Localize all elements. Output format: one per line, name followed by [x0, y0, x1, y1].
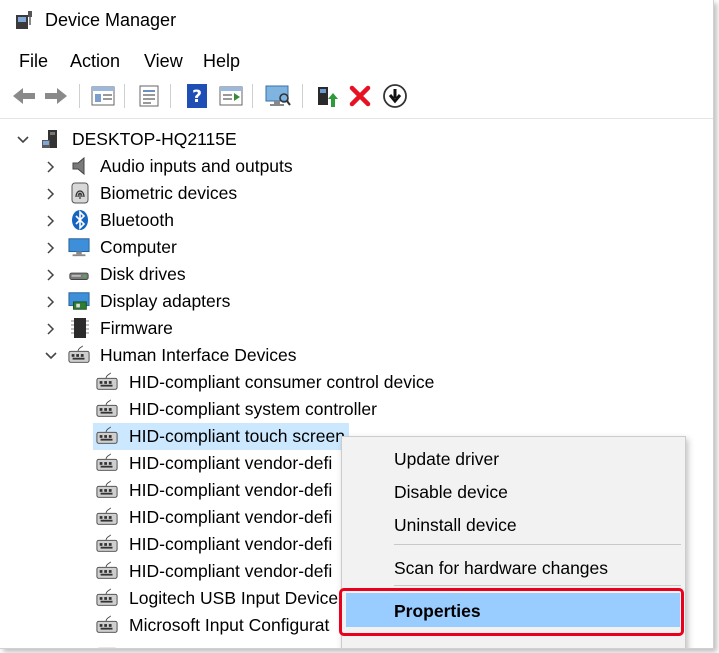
hid-device-icon — [96, 587, 118, 609]
tree-category-bluetooth[interactable]: Bluetooth — [0, 207, 400, 234]
back-arrow-icon[interactable] — [10, 82, 38, 110]
tree-category-biometric[interactable]: Biometric devices — [0, 180, 400, 207]
hid-device-icon — [96, 398, 118, 420]
toolbar-separator — [79, 84, 80, 108]
device-label: HID-compliant system controller — [129, 399, 377, 419]
toolbar-separator — [302, 84, 303, 108]
menu-bar: File Action View Help — [0, 48, 713, 74]
hid-device-icon — [96, 452, 118, 474]
menu-view[interactable]: View — [144, 51, 183, 72]
device-label: HID-compliant vendor-defi — [129, 453, 333, 473]
menu-file[interactable]: File — [19, 51, 48, 72]
category-label: Human Interface Devices — [100, 345, 297, 365]
forward-arrow-icon[interactable] — [42, 82, 70, 110]
root-label: DESKTOP-HQ2115E — [72, 129, 237, 149]
toolbar: ? — [0, 78, 713, 114]
chevron-right-icon[interactable] — [45, 296, 57, 308]
chevron-down-icon[interactable] — [17, 134, 29, 146]
hid-device-icon — [96, 479, 118, 501]
device-label: HID-compliant consumer control device — [129, 372, 435, 392]
menu-separator — [394, 585, 681, 586]
chevron-right-icon[interactable] — [45, 215, 57, 227]
scan-hardware-icon[interactable] — [264, 82, 292, 110]
toolbar-separator — [124, 84, 125, 108]
display-adapter-icon — [68, 290, 90, 312]
chevron-right-icon[interactable] — [45, 161, 57, 173]
fingerprint-icon — [69, 182, 91, 204]
show-hide-tree-icon[interactable] — [89, 82, 117, 110]
disable-device-icon[interactable] — [381, 82, 409, 110]
device-label: HID-compliant touch screen — [129, 426, 345, 446]
window-title: Device Manager — [45, 10, 177, 30]
category-label: Bluetooth — [100, 210, 174, 230]
menu-item-scan-hardware[interactable]: Scan for hardware changes — [394, 558, 608, 579]
tree-device-item[interactable]: HID-compliant system controller — [0, 396, 450, 423]
action-pane-icon[interactable] — [217, 82, 245, 110]
hid-device-icon — [96, 533, 118, 555]
device-label: Logitech USB Input Device — [129, 588, 339, 608]
disk-drive-icon — [68, 263, 90, 285]
tree-category-firmware[interactable]: Firmware — [0, 315, 400, 342]
help-icon[interactable]: ? — [183, 82, 211, 110]
menu-help[interactable]: Help — [203, 51, 240, 72]
tree-category-disk-drives[interactable]: Disk drives — [0, 261, 400, 288]
chevron-down-icon[interactable] — [45, 350, 57, 362]
chevron-right-icon[interactable] — [45, 188, 57, 200]
category-label: Biometric devices — [100, 183, 238, 203]
chevron-right-icon[interactable] — [45, 323, 57, 335]
category-label: Audio inputs and outputs — [100, 156, 293, 176]
device-manager-app-icon — [14, 9, 34, 29]
hid-device-icon — [96, 506, 118, 528]
device-label: HID-compliant vendor-defi — [129, 561, 333, 581]
computer-tower-icon — [40, 128, 62, 150]
tree-category-computer[interactable]: Computer — [0, 234, 400, 261]
svg-text:?: ? — [192, 87, 202, 107]
menu-item-uninstall-device[interactable]: Uninstall device — [394, 515, 517, 536]
title-bar: Device Manager — [0, 0, 713, 40]
device-label: HID-compliant vendor-defi — [129, 480, 333, 500]
tree-category-audio[interactable]: Audio inputs and outputs — [0, 153, 400, 180]
chevron-right-icon[interactable] — [45, 242, 57, 254]
toolbar-separator — [252, 84, 253, 108]
annotation-highlight-box — [339, 588, 684, 636]
monitor-icon — [68, 236, 90, 258]
category-label: Disk drives — [100, 264, 186, 284]
hid-device-icon — [96, 641, 118, 648]
hid-device-icon — [96, 425, 118, 447]
device-label: HID-compliant vendor-defi — [129, 507, 333, 527]
category-label: Display adapters — [100, 291, 231, 311]
speaker-icon — [69, 155, 91, 177]
device-label: Microsoft Input Configurat — [129, 615, 330, 635]
bluetooth-icon — [69, 209, 91, 231]
hid-device-icon — [96, 371, 118, 393]
chip-icon — [69, 317, 91, 339]
properties-sheet-icon[interactable] — [135, 82, 163, 110]
menu-item-update-driver[interactable]: Update driver — [394, 449, 499, 470]
tree-category-display-adapters[interactable]: Display adapters — [0, 288, 400, 315]
update-driver-icon[interactable] — [313, 82, 341, 110]
device-label: HID-compliant vendor-defi — [129, 534, 333, 554]
device-manager-window: Device Manager File Action View Help ? D… — [0, 0, 714, 649]
toolbar-separator — [170, 84, 171, 108]
chevron-right-icon[interactable] — [45, 269, 57, 281]
tree-device-item[interactable]: HID-compliant consumer control device — [0, 369, 450, 396]
hid-device-icon — [96, 560, 118, 582]
category-label: Computer — [100, 237, 177, 257]
menu-item-disable-device[interactable]: Disable device — [394, 482, 508, 503]
category-label: Firmware — [100, 318, 173, 338]
tree-category-hid[interactable]: Human Interface Devices — [0, 342, 400, 369]
menu-action[interactable]: Action — [70, 51, 120, 72]
hid-device-icon — [96, 614, 118, 636]
uninstall-device-icon[interactable] — [346, 82, 374, 110]
hid-device-icon — [68, 344, 90, 366]
menu-separator — [394, 544, 681, 545]
tree-root-node[interactable]: DESKTOP-HQ2115E — [0, 126, 400, 153]
